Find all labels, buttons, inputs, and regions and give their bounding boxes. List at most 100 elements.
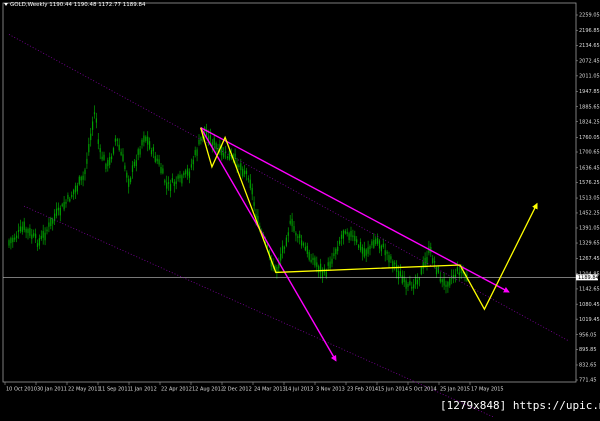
candle-body [226, 156, 229, 159]
candle-body [59, 207, 61, 216]
candle-body [397, 271, 400, 279]
candle-body [365, 249, 367, 256]
candle-body [399, 271, 401, 277]
x-tick-label: 3 Nov 2013 [316, 387, 345, 393]
candle-body [384, 250, 386, 256]
candle-body [33, 233, 35, 237]
candle-body [359, 242, 362, 251]
candle-body [27, 228, 29, 233]
candle-body [158, 159, 160, 165]
candle-body [301, 240, 303, 246]
y-tick-label: 1019.45 [579, 317, 600, 323]
candle-body [114, 138, 116, 142]
candle-body [177, 175, 179, 179]
candle-body [188, 171, 191, 178]
candle-body [74, 185, 77, 193]
candle-body [310, 259, 312, 262]
candle-body [150, 150, 153, 155]
x-tick-label: 17 May 2015 [471, 387, 504, 393]
candle-body [137, 149, 139, 155]
candle-body [192, 159, 194, 165]
candle-body [327, 262, 329, 266]
candle-body [415, 276, 417, 285]
candle-body [318, 266, 320, 273]
candle-body [126, 172, 128, 178]
candle-body [358, 245, 360, 248]
candle-body [416, 279, 419, 285]
candle-body [65, 201, 67, 204]
candle-body [14, 237, 16, 240]
candle-body [247, 178, 249, 180]
y-tick-label: 1080.45 [579, 302, 600, 308]
candle-body [88, 144, 90, 153]
candle-body [441, 279, 443, 283]
candle-body [378, 240, 381, 249]
candle-body [57, 207, 59, 211]
candle-body [118, 144, 120, 151]
candle-body [48, 222, 50, 227]
y-tick-label: 895.85 [579, 347, 597, 353]
x-tick-label: 15 Jun 2014 [378, 387, 408, 393]
dropdown-triangle-icon[interactable] [4, 3, 8, 6]
candle-body [240, 163, 242, 171]
candle-body [128, 178, 130, 187]
candle-body [238, 165, 240, 167]
candle-body [335, 248, 337, 255]
candle-body [168, 182, 170, 184]
candle-body [25, 228, 27, 233]
candle-body [50, 217, 52, 227]
symbol-title: GOLD,Weekly [10, 2, 48, 8]
candle-body [242, 168, 244, 177]
candle-body [396, 264, 398, 272]
candle-body [361, 246, 363, 254]
candle-body [407, 283, 409, 287]
candle-body [160, 166, 162, 174]
candle-body [196, 149, 198, 156]
candle-body [95, 118, 97, 123]
candle-body [253, 202, 255, 206]
y-tick-label: 771.45 [579, 378, 597, 384]
candle-body [130, 177, 132, 183]
y-tick-label: 1885.65 [579, 104, 600, 110]
candle-body [285, 237, 287, 246]
candle-body [99, 148, 101, 153]
candle-body [375, 238, 377, 244]
candle-body [413, 284, 415, 289]
candle-body [325, 271, 327, 277]
y-tick-label: 1700.65 [579, 150, 600, 156]
candle-body [458, 272, 460, 276]
x-tick-label: 30 Jan 2011 [37, 387, 67, 393]
candle-body [266, 244, 268, 248]
candle-body [55, 208, 58, 216]
candle-body [10, 238, 12, 244]
chart-area: 1189.84 2259.05 2196.85 2134.65 2072.45 2011… [0, 0, 600, 421]
candle-body [162, 168, 164, 174]
candle-body [143, 135, 145, 143]
candle-body [76, 185, 78, 192]
chart-title: GOLD,Weekly 1190.44 1190.48 1172.77 1189… [4, 2, 145, 8]
candle-body [93, 112, 96, 115]
candle-body [302, 243, 305, 246]
candle-body [329, 261, 331, 269]
candle-body [282, 245, 284, 254]
candle-body [190, 164, 192, 168]
candle-body [124, 165, 126, 169]
candle-body [280, 253, 282, 261]
candle-body [82, 175, 84, 180]
candle-body [354, 235, 356, 242]
candle-body [103, 154, 105, 160]
y-tick-label: 1204.85 [579, 271, 600, 277]
candle-body [251, 187, 253, 195]
x-tick-label: 1 Jan 2012 [130, 387, 157, 393]
candle-body [249, 179, 251, 189]
candle-body [164, 180, 166, 183]
chart-svg: 1189.84 2259.052196.852134.652072.452011… [0, 0, 600, 421]
chart-background [0, 0, 600, 417]
y-tick-label: 1391.05 [579, 226, 600, 232]
candle-body [101, 156, 103, 160]
candle-body [42, 230, 44, 238]
candle-body [183, 172, 185, 176]
candle-body [350, 230, 352, 237]
candle-body [405, 280, 407, 289]
candle-body [424, 257, 426, 266]
